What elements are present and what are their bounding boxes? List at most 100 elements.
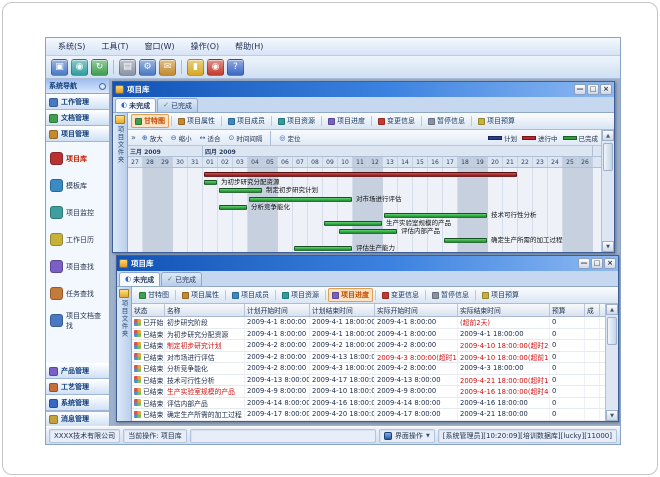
table-row[interactable]: 已开始初步研究阶段2009-4-1 8:00:002009-4-1 18:00:…: [132, 317, 605, 329]
section-tab-change-info[interactable]: 变更信息: [374, 114, 419, 128]
table-row[interactable]: 已结束为初步研究分配资源2009-4-1 8:00:002009-4-1 18:…: [132, 329, 605, 341]
scroll-thumb[interactable]: [607, 317, 617, 345]
sidebar-group-product-management[interactable]: 产品管理: [46, 363, 109, 379]
gantt-button-zoom-out[interactable]: ⊖缩小: [169, 133, 194, 143]
sidebar-item-project-search[interactable]: 项目查找: [48, 253, 107, 280]
gantt-button-time-interval[interactable]: ⊙时间间隔: [227, 133, 265, 143]
scroll-up-arrow[interactable]: ▲: [606, 304, 618, 315]
gantt-bar[interactable]: [219, 188, 262, 193]
gantt-bar[interactable]: [249, 197, 352, 202]
scroll-thumb[interactable]: [603, 143, 613, 171]
table-header-cell[interactable]: 计划结束时间: [310, 304, 375, 316]
section-tab-project-resources[interactable]: 项目资源: [274, 114, 319, 128]
section-tab-pause-info[interactable]: 暂停信息: [428, 288, 473, 302]
status-mode-dropdown[interactable]: 界面操作 ▼: [379, 429, 435, 443]
gantt-bar[interactable]: [219, 205, 247, 210]
menu-item[interactable]: 系统(S): [50, 40, 93, 53]
gantt-bar[interactable]: [324, 221, 382, 226]
print-icon[interactable]: ▤: [119, 59, 136, 76]
table-header-cell[interactable]: 预算: [550, 304, 585, 316]
sidebar-group-process-management[interactable]: 工艺管理: [46, 379, 109, 395]
close-button[interactable]: ×: [600, 84, 612, 95]
table-header-cell[interactable]: 名称: [165, 304, 245, 316]
gantt-button-fit[interactable]: ↔适合: [198, 133, 223, 143]
sidebar-group-document-management[interactable]: 文档管理: [46, 110, 109, 126]
minimize-button[interactable]: —: [574, 84, 586, 95]
section-tab-project-properties[interactable]: 项目属性: [174, 114, 219, 128]
gantt-bar[interactable]: [204, 172, 517, 177]
view-tab-finished[interactable]: ✓已完成: [161, 272, 202, 286]
table-row[interactable]: 已结束制定初步研究计划2009-4-2 8:00:002009-4-2 18:0…: [132, 340, 605, 352]
power-icon[interactable]: ◉: [207, 59, 224, 76]
gantt-bar[interactable]: [204, 180, 217, 185]
window-titlebar[interactable]: 项目库 —□×: [113, 82, 614, 97]
menu-item[interactable]: 操作(O): [183, 40, 228, 53]
section-tab-project-progress[interactable]: 项目进度: [328, 288, 373, 302]
sidebar-item-project-monitor[interactable]: 项目监控: [48, 199, 107, 226]
sidebar-group-work-management[interactable]: 工作管理: [46, 94, 109, 110]
folder-panel-tab[interactable]: 项目文件夹: [117, 287, 132, 421]
sidebar-item-project-library[interactable]: 项目库: [48, 145, 107, 172]
section-tab-project-members[interactable]: 项目成员: [224, 114, 269, 128]
table-row[interactable]: 已结束分析竞争能化2009-4-2 8:00:002009-4-3 18:00:…: [132, 363, 605, 375]
gantt-button-locate[interactable]: ◎定位: [277, 133, 302, 143]
section-tab-pause-info[interactable]: 暂停信息: [424, 114, 469, 128]
section-tab-change-info[interactable]: 变更信息: [378, 288, 423, 302]
sidebar-item-task-search[interactable]: 任务查找: [48, 280, 107, 307]
gantt-button-zoom-in[interactable]: ⊕放大: [140, 133, 165, 143]
help-icon[interactable]: ?: [227, 59, 244, 76]
menu-item[interactable]: 帮助(H): [227, 40, 271, 53]
table-row[interactable]: 已结束对市场进行评估2009-4-2 8:00:002009-4-13 18:0…: [132, 352, 605, 364]
section-tab-gantt-chart[interactable]: 甘特图: [135, 288, 173, 302]
restore-button[interactable]: □: [587, 84, 599, 95]
sidebar-group-project-management[interactable]: 项目管理: [46, 126, 109, 142]
scroll-up-arrow[interactable]: ▲: [602, 130, 614, 141]
gantt-bar[interactable]: [294, 246, 352, 251]
gantt-bar[interactable]: [444, 238, 487, 243]
section-tab-gantt-chart[interactable]: 甘特图: [131, 114, 169, 128]
settings-icon[interactable]: ⚙: [139, 59, 156, 76]
table-header-cell[interactable]: 计划开始时间: [245, 304, 310, 316]
restore-button[interactable]: □: [591, 258, 603, 269]
table-row[interactable]: 已结束确定生产所需的加工过程2009-4-17 8:00:002009-4-20…: [132, 409, 605, 421]
section-tab-project-properties[interactable]: 项目属性: [178, 288, 223, 302]
folder-panel-tab[interactable]: 项目文件夹: [113, 113, 128, 252]
sidebar-group-system-management[interactable]: 系统管理: [46, 395, 109, 411]
section-tab-project-resources[interactable]: 项目资源: [278, 288, 323, 302]
sidebar-item-work-calendar[interactable]: 工作日历: [48, 226, 107, 253]
view-tab-unfinished[interactable]: ◐未完成: [115, 98, 156, 112]
vertical-scrollbar[interactable]: ▲ ▼: [605, 304, 618, 421]
sidebar-item-project-doc-search[interactable]: 项目文档查找: [48, 307, 107, 334]
sidebar-item-template-library[interactable]: 模板库: [48, 172, 107, 199]
close-button[interactable]: ×: [604, 258, 616, 269]
table-header-cell[interactable]: 状态: [132, 304, 165, 316]
system-window-icon[interactable]: ▣: [51, 59, 68, 76]
table-row[interactable]: 已结束评估内部产品2009-4-14 8:00:002009-4-16 18:0…: [132, 398, 605, 410]
mail-icon[interactable]: ✉: [159, 59, 176, 76]
section-tab-project-budget[interactable]: 项目预算: [474, 114, 519, 128]
section-tab-project-budget[interactable]: 项目预算: [478, 288, 523, 302]
scroll-down-arrow[interactable]: ▼: [602, 241, 614, 252]
menu-item[interactable]: 工具(T): [93, 40, 136, 53]
refresh-icon[interactable]: ↻: [91, 59, 108, 76]
table-row[interactable]: 已结束生产实验室规模的产品2009-4-9 8:00:002009-4-10 1…: [132, 386, 605, 398]
table-header-cell[interactable]: 实际开始时间: [375, 304, 458, 316]
vertical-scrollbar[interactable]: ▲ ▼: [601, 130, 614, 252]
gantt-bar[interactable]: [384, 213, 487, 218]
overflow-chevron-icon[interactable]: »: [131, 133, 136, 142]
window-titlebar[interactable]: 项目库 —□×: [117, 256, 618, 271]
section-tab-project-progress[interactable]: 项目进度: [324, 114, 369, 128]
menu-item[interactable]: 窗口(W): [136, 40, 182, 53]
section-tab-project-members[interactable]: 项目成员: [228, 288, 273, 302]
view-tab-unfinished[interactable]: ◐未完成: [119, 272, 160, 286]
sidebar-tab-message-management[interactable]: 消息管理: [46, 411, 109, 426]
table-row[interactable]: 已结束技术可行性分析2009-4-13 8:00:002009-4-17 18:…: [132, 375, 605, 387]
table-header-cell[interactable]: 成: [585, 304, 600, 316]
pushpin-icon[interactable]: [99, 83, 106, 90]
globe-icon[interactable]: ◉: [71, 59, 88, 76]
table-header-cell[interactable]: 实际结束时间: [458, 304, 550, 316]
scroll-down-arrow[interactable]: ▼: [606, 410, 618, 421]
gantt-bar[interactable]: [339, 229, 397, 234]
view-tab-finished[interactable]: ✓已完成: [157, 98, 198, 112]
minimize-button[interactable]: —: [578, 258, 590, 269]
